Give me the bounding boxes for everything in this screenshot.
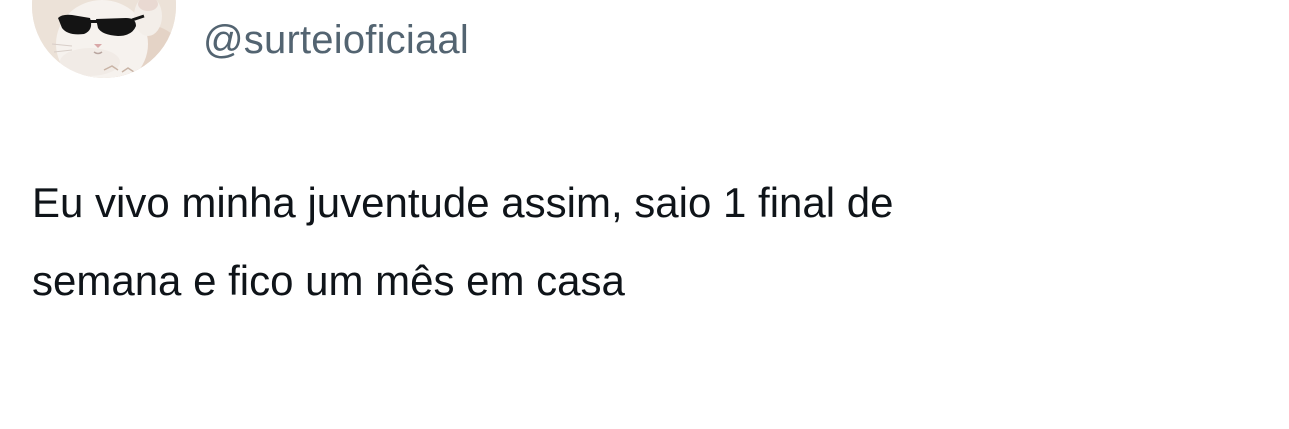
avatar[interactable] xyxy=(32,0,176,78)
tweet-card: @surteioficiaal Eu vivo minha juventude … xyxy=(0,0,1289,429)
user-handle[interactable]: @surteioficiaal xyxy=(203,10,469,70)
tweet-text: Eu vivo minha juventude assim, saio 1 fi… xyxy=(32,164,1232,320)
tweet-text-line-2: semana e fico um mês em casa xyxy=(32,257,625,304)
cat-sunglasses-icon xyxy=(32,0,176,78)
tweet-text-line-1: Eu vivo minha juventude assim, saio 1 fi… xyxy=(32,179,894,226)
